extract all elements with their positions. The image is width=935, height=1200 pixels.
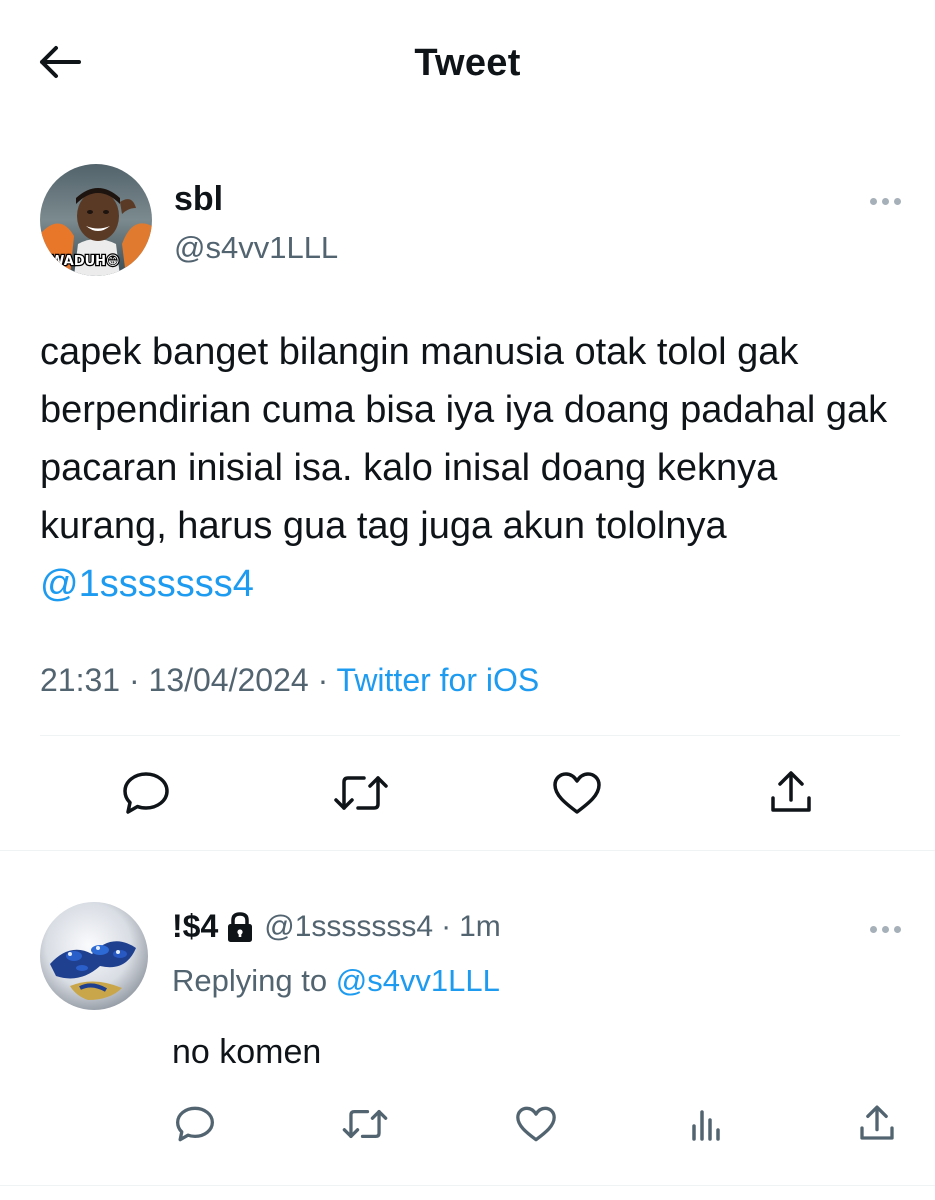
reply-bubble-icon xyxy=(174,1105,216,1148)
reply-share-button[interactable] xyxy=(854,1102,900,1148)
share-button[interactable] xyxy=(764,766,818,822)
reply-views-button[interactable] xyxy=(686,1104,726,1148)
reply-button[interactable] xyxy=(118,768,174,822)
reply-bubble-icon xyxy=(121,770,171,821)
tweet-time: 21:31 xyxy=(40,662,121,698)
reply-text: no komen xyxy=(172,1033,322,1071)
tweet-body: capek banget bilangin manusia otak tolol… xyxy=(40,331,888,547)
reply-header: !$4 @1sssssss4 · 1m xyxy=(172,908,501,945)
author-handle[interactable]: @s4vv1LLL xyxy=(174,230,338,266)
divider xyxy=(0,1185,935,1186)
divider xyxy=(40,735,900,736)
top-bar: Tweet xyxy=(0,0,935,130)
tweet-mention-link[interactable]: @1sssssss4 xyxy=(40,563,254,605)
tweet-more-button[interactable] xyxy=(865,189,905,213)
meta-separator: · xyxy=(317,662,329,698)
reply-like-button[interactable] xyxy=(512,1104,560,1148)
share-icon xyxy=(767,768,815,821)
reply-author-avatar[interactable] xyxy=(40,902,148,1010)
author-name[interactable]: sbl xyxy=(174,180,223,219)
meta-separator: · xyxy=(441,909,452,943)
tweet-date: 13/04/2024 xyxy=(148,662,309,698)
author-avatar[interactable]: WADUH😁 xyxy=(40,164,152,276)
retweet-button[interactable] xyxy=(330,768,392,822)
heart-icon xyxy=(514,1105,558,1148)
more-horizontal-icon xyxy=(869,197,877,205)
avatar-caption: WADUH😁 xyxy=(50,254,120,269)
page-title: Tweet xyxy=(414,42,521,84)
more-horizontal-icon xyxy=(869,925,877,933)
reply-retweet-button[interactable] xyxy=(340,1104,390,1148)
heart-icon xyxy=(551,770,603,821)
like-button[interactable] xyxy=(548,768,606,822)
tweet-text: capek banget bilangin manusia otak tolol… xyxy=(40,323,900,613)
reply-author-name[interactable]: !$4 xyxy=(172,908,218,945)
retweet-icon xyxy=(332,770,390,821)
tweet-metadata: 21:31 · 13/04/2024 · Twitter for iOS xyxy=(40,662,539,699)
share-icon xyxy=(857,1103,897,1148)
lock-icon xyxy=(226,911,254,943)
reply-time: 1m xyxy=(459,909,501,943)
meta-separator: · xyxy=(128,662,140,698)
replying-prefix: Replying to xyxy=(172,963,336,998)
reply-reply-button[interactable] xyxy=(172,1104,218,1148)
replying-to-link[interactable]: @s4vv1LLL xyxy=(336,963,500,998)
reply-more-button[interactable] xyxy=(865,917,905,941)
reply-author-handle[interactable]: @1sssssss4 xyxy=(264,910,433,944)
tweet-source-link[interactable]: Twitter for iOS xyxy=(337,662,540,698)
divider xyxy=(0,850,935,851)
replying-to: Replying to @s4vv1LLL xyxy=(172,963,500,999)
retweet-icon xyxy=(341,1105,389,1148)
analytics-icon xyxy=(689,1106,723,1147)
